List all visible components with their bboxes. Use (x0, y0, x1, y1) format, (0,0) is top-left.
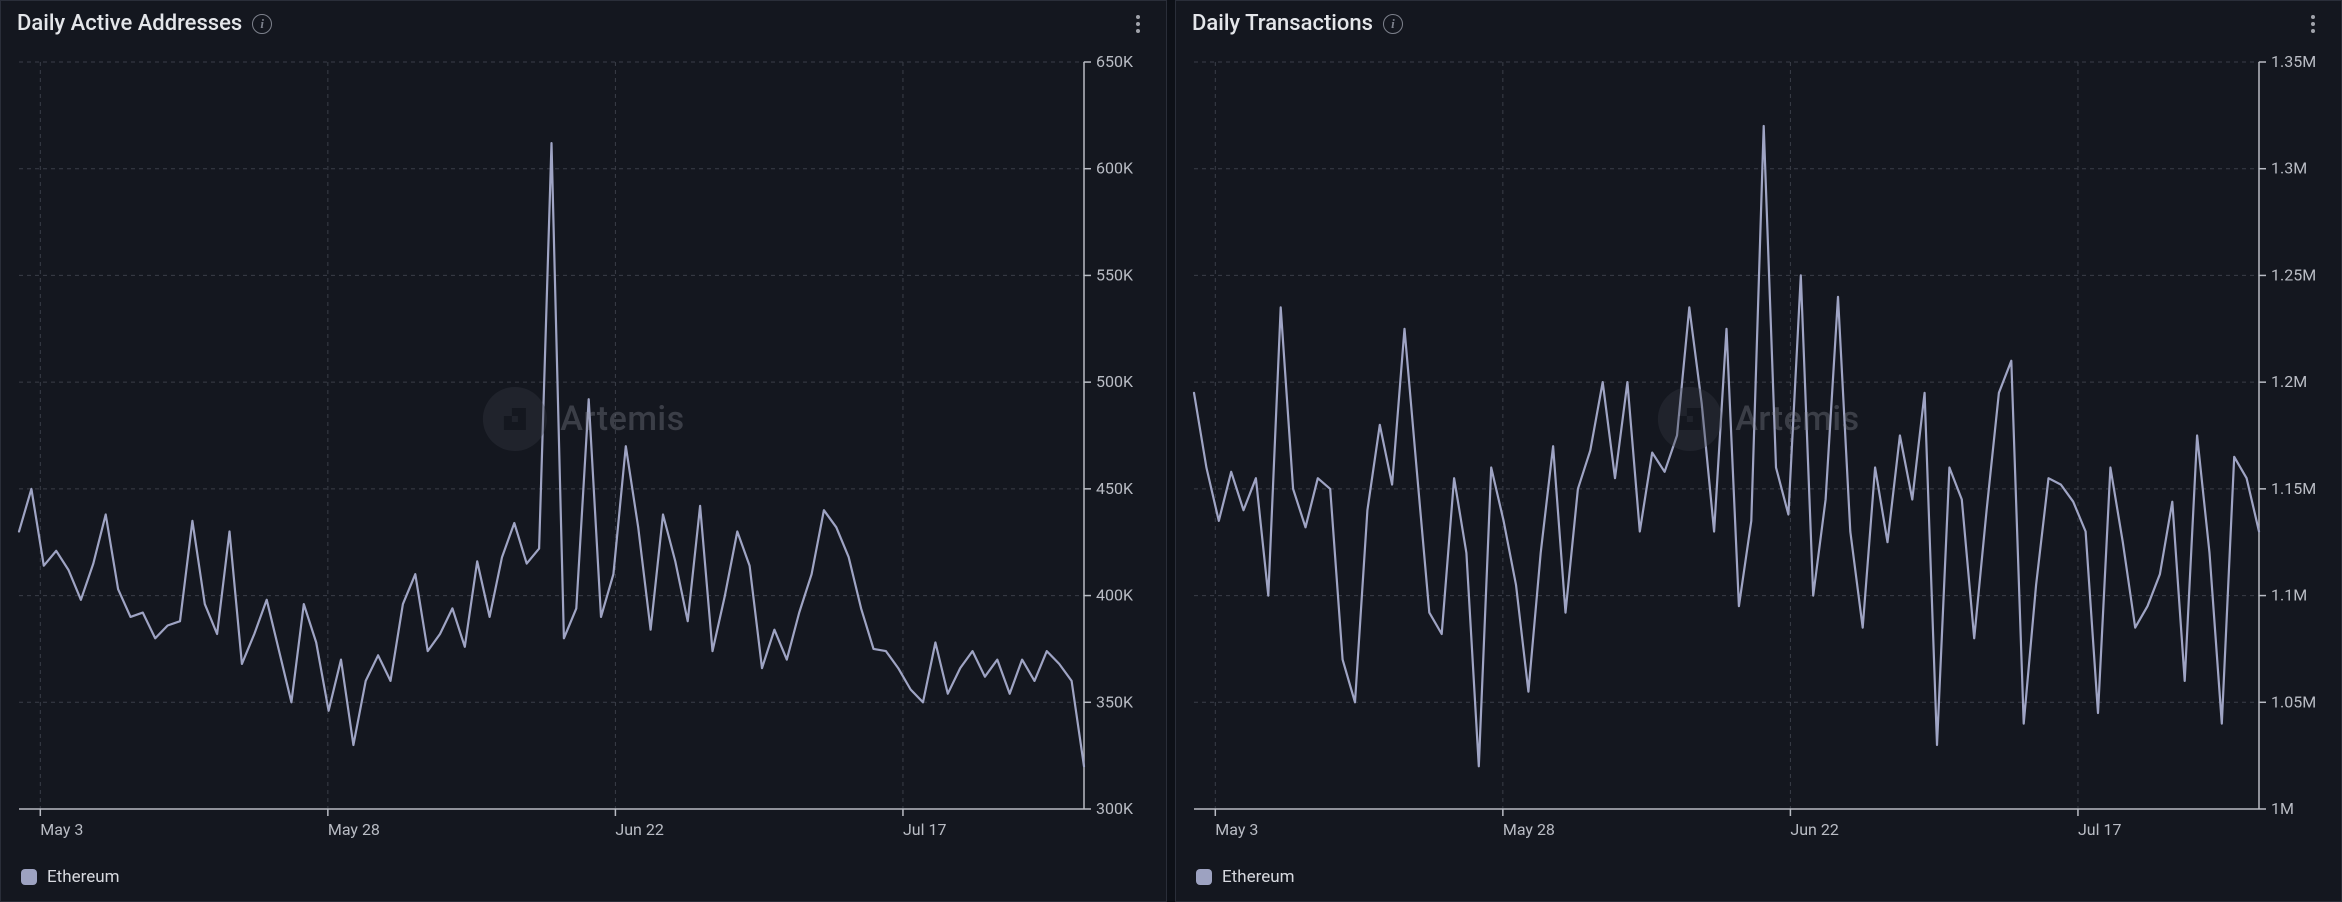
svg-text:1.05M: 1.05M (2271, 692, 2316, 711)
svg-text:May 28: May 28 (1503, 820, 1555, 839)
svg-text:1.1M: 1.1M (2271, 586, 2307, 605)
svg-text:Jun 22: Jun 22 (1790, 820, 1838, 839)
svg-text:May 3: May 3 (40, 820, 83, 839)
svg-text:500K: 500K (1096, 372, 1134, 391)
info-icon[interactable]: i (1383, 14, 1403, 34)
chart-panel-daily-transactions: Daily Transactions i Artemis 1M1.05M1.1M… (1175, 0, 2342, 902)
svg-text:Jun 22: Jun 22 (615, 820, 663, 839)
chart-svg: 300K 350K 400K 450K 500K 550K 600K 650K May 3 May… (13, 52, 1154, 851)
svg-text:650K: 650K (1096, 52, 1134, 71)
kebab-menu-icon[interactable] (1126, 12, 1150, 36)
legend: Ethereum (1176, 859, 2341, 901)
svg-text:1.15M: 1.15M (2271, 479, 2316, 498)
legend-swatch (21, 869, 37, 885)
svg-text:600K: 600K (1096, 159, 1134, 178)
panel-header: Daily Transactions i (1176, 1, 2341, 44)
svg-text:Jul 17: Jul 17 (2078, 820, 2122, 839)
legend: Ethereum (1, 859, 1166, 901)
svg-text:550K: 550K (1096, 265, 1134, 284)
chart-area[interactable]: Artemis 1M1.05M1.1M1.15M1.2M1.25M1.3M1.3… (1176, 44, 2341, 859)
svg-text:450K: 450K (1096, 479, 1134, 498)
chart-panel-daily-active-addresses: Daily Active Addresses i Artemis 300K350… (0, 0, 1167, 902)
chart-svg: 1M 1.05M 1.1M 1.15M 1.2M 1.25M 1.3M 1.35M May 3 M… (1188, 52, 2329, 851)
svg-text:300K: 300K (1096, 799, 1134, 818)
panel-title: Daily Active Addresses (17, 11, 242, 36)
legend-swatch (1196, 869, 1212, 885)
svg-text:Jul 17: Jul 17 (903, 820, 947, 839)
panel-title: Daily Transactions (1192, 11, 1373, 36)
panel-header: Daily Active Addresses i (1, 1, 1166, 44)
svg-text:May 28: May 28 (328, 820, 380, 839)
panel-title-wrap: Daily Transactions i (1192, 11, 1403, 36)
legend-label: Ethereum (1222, 867, 1295, 887)
svg-text:400K: 400K (1096, 586, 1134, 605)
svg-text:May 3: May 3 (1215, 820, 1258, 839)
chart-area[interactable]: Artemis 300K350K400K450K500K550K600K650K… (1, 44, 1166, 859)
kebab-menu-icon[interactable] (2301, 12, 2325, 36)
svg-text:1.25M: 1.25M (2271, 265, 2316, 284)
svg-text:1.2M: 1.2M (2271, 372, 2307, 391)
info-icon[interactable]: i (252, 14, 272, 34)
legend-label: Ethereum (47, 867, 120, 887)
svg-text:350K: 350K (1096, 692, 1134, 711)
svg-text:1.35M: 1.35M (2271, 52, 2316, 71)
panel-title-wrap: Daily Active Addresses i (17, 11, 272, 36)
svg-text:1M: 1M (2271, 799, 2294, 818)
svg-text:1.3M: 1.3M (2271, 159, 2307, 178)
